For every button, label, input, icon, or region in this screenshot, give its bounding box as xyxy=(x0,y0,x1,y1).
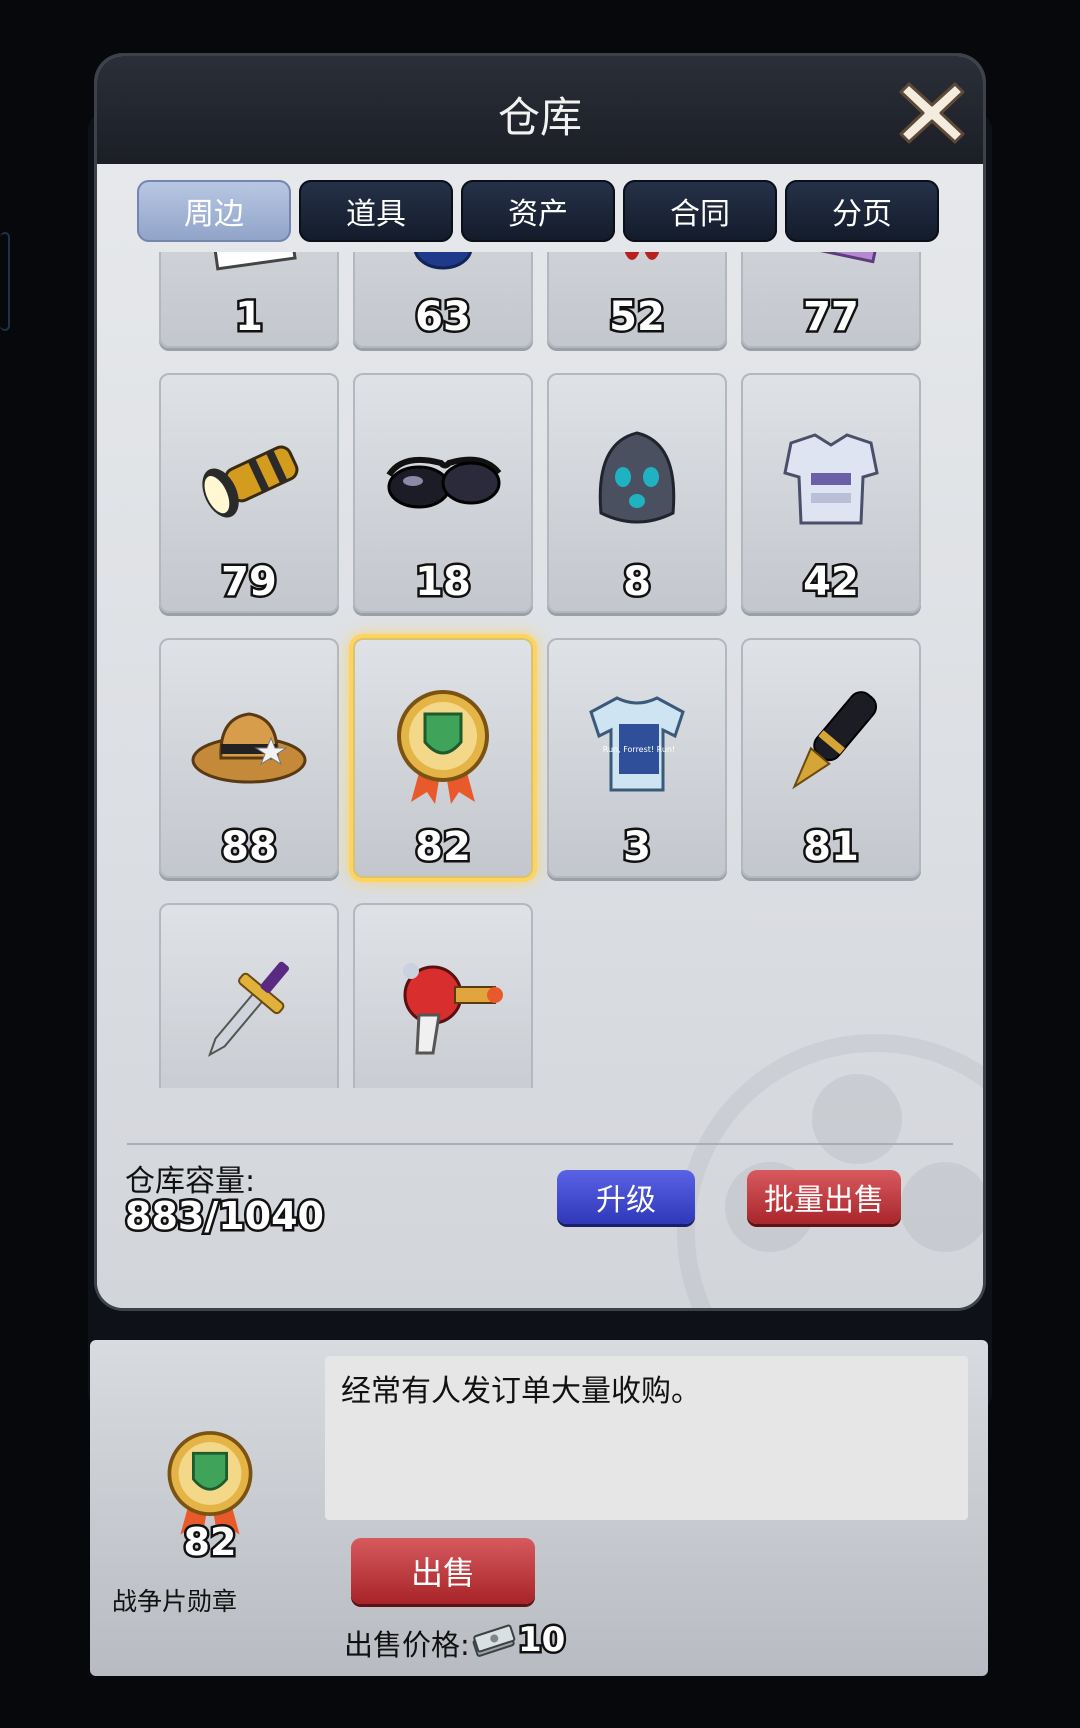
item-name: 战争片勋章 xyxy=(112,1587,238,1616)
tab-contracts[interactable]: 合同 xyxy=(623,180,777,242)
ray-gun-icon xyxy=(383,943,503,1073)
item-quantity: 3 xyxy=(621,822,654,873)
item-slot-photo[interactable]: 1 xyxy=(159,252,339,348)
price-label: 出售价格: xyxy=(344,1628,470,1662)
divider xyxy=(127,1143,953,1145)
tab-merch[interactable]: 周边 xyxy=(137,180,291,242)
item-slot-ray-gun[interactable]: 5 xyxy=(353,903,533,1088)
sunglasses-icon xyxy=(383,413,503,543)
background-edge xyxy=(0,232,10,331)
detail-quantity: 82 xyxy=(181,1518,239,1567)
price-value: 10 xyxy=(515,1618,567,1663)
item-quantity: 52 xyxy=(607,292,668,343)
item-slot-bottle[interactable]: 63 xyxy=(353,252,533,348)
item-quantity: 8 xyxy=(621,557,654,608)
fountain-pen-icon xyxy=(771,678,891,808)
item-description: 经常有人发订单大量收购。 xyxy=(341,1374,701,1409)
picture-card-icon xyxy=(771,252,891,278)
description-box: 经常有人发订单大量收购。 xyxy=(325,1356,968,1520)
cowboy-hat-icon xyxy=(189,678,309,808)
sell-button[interactable]: 出售 xyxy=(351,1538,535,1604)
item-slot-dagger[interactable]: 53 xyxy=(159,903,339,1088)
flashlight-icon xyxy=(189,413,309,543)
item-detail-panel: 82 战争片勋章 经常有人发订单大量收购。 出售 出售价格: 10 xyxy=(90,1340,988,1676)
tshirt-icon: Run, Forrest! Run! xyxy=(577,678,697,808)
tab-assets[interactable]: 资产 xyxy=(461,180,615,242)
medal-icon xyxy=(383,678,503,808)
dialog-title: 仓库 xyxy=(497,93,582,142)
photo-icon xyxy=(189,252,309,278)
balloon-dog-icon xyxy=(577,252,697,278)
tab-bar: 周边 道具 资产 合同 分页 xyxy=(137,180,939,242)
item-quantity: 63 xyxy=(413,292,474,343)
close-icon xyxy=(899,82,965,144)
tab-props[interactable]: 道具 xyxy=(299,180,453,242)
item-grid: 1 63 52 77 79 18 8 42 88 82 Run, Forrest… xyxy=(159,252,921,1088)
bulk-sell-button[interactable]: 批量出售 xyxy=(747,1170,901,1224)
item-slot-sunglasses[interactable]: 18 xyxy=(353,373,533,613)
item-quantity: 82 xyxy=(413,822,474,873)
item-slot-medal[interactable]: 82 xyxy=(353,638,533,878)
item-quantity: 81 xyxy=(801,822,862,873)
item-quantity: 79 xyxy=(219,557,280,608)
dagger-icon xyxy=(189,943,309,1073)
item-quantity: 18 xyxy=(413,557,474,608)
warehouse-dialog: 仓库 周边 道具 资产 合同 分页 1 63 52 77 79 18 8 42 … xyxy=(97,56,983,1308)
item-slot-ski-mask[interactable]: 8 xyxy=(547,373,727,613)
close-button[interactable] xyxy=(899,80,965,146)
money-icon xyxy=(472,1624,516,1657)
upgrade-button[interactable]: 升级 xyxy=(557,1170,695,1224)
tshirt-print: Run, Forrest! Run! xyxy=(603,745,675,754)
item-quantity: 1 xyxy=(233,292,266,343)
item-slot-picture-card[interactable]: 77 xyxy=(741,252,921,348)
title-bar: 仓库 xyxy=(97,56,983,164)
bottle-icon xyxy=(383,252,503,278)
ski-mask-icon xyxy=(577,413,697,543)
item-slot-balloon-dog[interactable]: 52 xyxy=(547,252,727,348)
tab-pages[interactable]: 分页 xyxy=(785,180,939,242)
armor-icon xyxy=(771,413,891,543)
item-slot-fountain-pen[interactable]: 81 xyxy=(741,638,921,878)
item-slot-armor[interactable]: 42 xyxy=(741,373,921,613)
capacity-value: 883/1040 xyxy=(123,1192,327,1241)
item-slot-flashlight[interactable]: 79 xyxy=(159,373,339,613)
dialog-body: 周边 道具 资产 合同 分页 1 63 52 77 79 18 8 42 88 … xyxy=(97,164,983,1308)
item-slot-cowboy-hat[interactable]: 88 xyxy=(159,638,339,878)
item-quantity: 77 xyxy=(801,292,862,343)
item-slot-tshirt[interactable]: Run, Forrest! Run! 3 xyxy=(547,638,727,878)
item-grid-viewport[interactable]: 1 63 52 77 79 18 8 42 88 82 Run, Forrest… xyxy=(97,252,983,1088)
item-quantity: 88 xyxy=(219,822,280,873)
item-quantity: 42 xyxy=(801,557,862,608)
